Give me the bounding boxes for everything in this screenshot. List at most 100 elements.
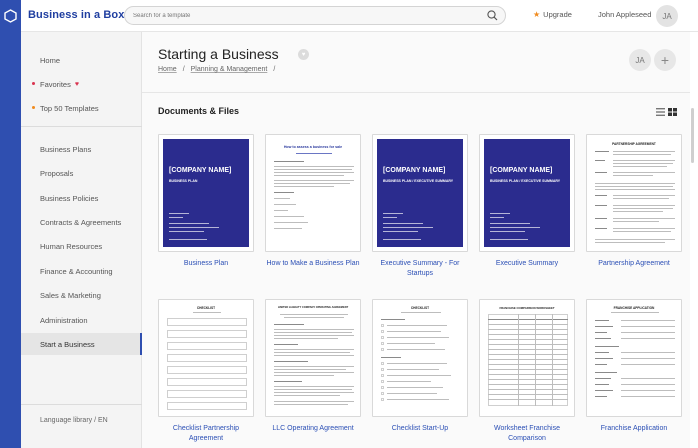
search-icon[interactable] (486, 9, 499, 22)
grid-view-icon[interactable] (668, 108, 677, 116)
document-card-how-to-make-business-plan[interactable]: How to assess a business for sale How to… (265, 134, 361, 269)
document-title[interactable]: Checklist Start-Up (372, 424, 468, 434)
document-title[interactable]: How to Make a Business Plan (265, 259, 361, 269)
cover-subtitle: BUSINESS PLAN (169, 179, 198, 183)
sidebar-item-home[interactable]: Home (21, 50, 142, 70)
upgrade-button[interactable]: ★ Upgrade (533, 10, 572, 19)
document-title[interactable]: Executive Summary - For Startups (372, 259, 468, 279)
plus-icon: + (660, 52, 670, 68)
document-thumbnail[interactable]: [COMPANY NAME] BUSINESS PLAN / EXECUTIVE… (479, 134, 575, 252)
document-title[interactable]: Checklist Partnership Agreement (158, 424, 254, 444)
doc-heading: PARTNERSHIP AGREEMENT (612, 142, 656, 146)
add-button[interactable]: + (654, 49, 676, 71)
doc-heading: FRANCHISE APPLICATION (613, 306, 655, 310)
scrollbar[interactable] (691, 108, 694, 163)
search-input[interactable] (133, 9, 473, 22)
document-card-executive-summary[interactable]: [COMPANY NAME] BUSINESS PLAN / EXECUTIVE… (479, 134, 575, 269)
sidebar-item-label: Business Policies (40, 193, 99, 203)
document-page: CHECKLIST (377, 304, 463, 412)
search-box[interactable] (124, 6, 506, 25)
sidebar-item-administration[interactable]: Administration (21, 310, 142, 330)
upgrade-label: Upgrade (543, 10, 572, 19)
document-page: LIMITED LIABILITY COMPANY OPERATING AGRE… (270, 304, 356, 412)
sidebar-item-favorites[interactable]: Favorites ♥ (21, 74, 142, 94)
language-library-link[interactable]: Language library / EN (40, 417, 108, 424)
document-title[interactable]: Executive Summary (479, 259, 575, 269)
cover-company-name: [COMPANY NAME] (490, 167, 553, 174)
breadcrumb-separator: / (273, 66, 276, 73)
sidebar-item-human-resources[interactable]: Human Resources (21, 236, 142, 256)
sidebar-item-start-a-business[interactable]: Start a Business (21, 333, 142, 355)
sidebar-item-proposals[interactable]: Proposals (21, 163, 142, 183)
document-title[interactable]: Partnership Agreement (586, 259, 682, 269)
window-frame (0, 0, 21, 448)
breadcrumb-planning[interactable]: Planning & Management (191, 66, 268, 73)
cover-company-name: [COMPANY NAME] (383, 167, 446, 174)
breadcrumb-home[interactable]: Home (158, 66, 177, 73)
document-title[interactable]: Franchise Application (586, 424, 682, 434)
document-card-llc-operating-agreement[interactable]: LIMITED LIABILITY COMPANY OPERATING AGRE… (265, 299, 361, 434)
document-thumbnail[interactable]: CHECKLIST (158, 299, 254, 417)
sidebar-item-finance[interactable]: Finance & Accounting (21, 261, 142, 281)
sidebar-item-top50[interactable]: Top 50 Templates (21, 98, 142, 118)
document-page: FRANCHISE COMPARISON WORKSHEET (484, 304, 570, 412)
document-card-partnership-agreement[interactable]: PARTNERSHIP AGREEMENT Partnership Agreem… (586, 134, 682, 269)
user-avatar[interactable]: JA (656, 5, 678, 27)
document-thumbnail[interactable]: How to assess a business for sale (265, 134, 361, 252)
sidebar-item-business-plans[interactable]: Business Plans (21, 139, 142, 159)
list-view-icon[interactable] (656, 108, 665, 116)
document-thumbnail[interactable]: [COMPANY NAME] BUSINESS PLAN / EXECUTIVE… (372, 134, 468, 252)
document-title[interactable]: Business Plan (158, 259, 254, 269)
document-card-franchise-application[interactable]: FRANCHISE APPLICATION Franchise Applicat… (586, 299, 682, 434)
sidebar-item-label: Finance & Accounting (40, 266, 113, 276)
sidebar-item-label: Proposals (40, 168, 74, 178)
star-icon: ★ (533, 10, 541, 19)
document-thumbnail[interactable]: LIMITED LIABILITY COMPANY OPERATING AGRE… (265, 299, 361, 417)
document-page: How to assess a business for sale (270, 139, 356, 247)
document-card-checklist-partnership[interactable]: CHECKLIST Checklist Partnership Agreemen… (158, 299, 254, 444)
doc-heading: How to assess a business for sale (283, 145, 343, 149)
document-page: CHECKLIST (163, 304, 249, 412)
sidebar-item-label: Contracts & Agreements (40, 217, 122, 227)
breadcrumb: Home / Planning & Management / (158, 66, 275, 73)
cover-company-name: [COMPANY NAME] (169, 167, 232, 174)
sidebar-item-sales[interactable]: Sales & Marketing (21, 285, 142, 305)
document-thumbnail[interactable]: FRANCHISE APPLICATION (586, 299, 682, 417)
doc-heading: FRANCHISE COMPARISON WORKSHEET (499, 306, 555, 310)
document-page: FRANCHISE APPLICATION (591, 304, 677, 412)
brand-title[interactable]: Business in a Box (28, 9, 124, 21)
document-card-business-plan[interactable]: [COMPANY NAME] BUSINESS PLAN Business Pl… (158, 134, 254, 269)
document-thumbnail[interactable]: CHECKLIST (372, 299, 468, 417)
favorite-heart-icon[interactable]: ♥ (298, 49, 309, 60)
document-thumbnail[interactable]: PARTNERSHIP AGREEMENT (586, 134, 682, 252)
sidebar-item-label: Favorites (40, 79, 71, 89)
app-logo-icon[interactable] (0, 0, 21, 32)
main-content: Starting a Business ♥ Home / Planning & … (142, 32, 690, 448)
document-title[interactable]: LLC Operating Agreement (265, 424, 361, 434)
document-cover: [COMPANY NAME] BUSINESS PLAN / EXECUTIVE… (484, 139, 570, 247)
document-thumbnail[interactable]: [COMPANY NAME] BUSINESS PLAN (158, 134, 254, 252)
breadcrumb-separator: / (182, 66, 185, 73)
document-card-executive-summary-startups[interactable]: [COMPANY NAME] BUSINESS PLAN / EXECUTIVE… (372, 134, 468, 279)
sidebar-item-contracts[interactable]: Contracts & Agreements (21, 212, 142, 232)
sidebar-item-label: Top 50 Templates (40, 103, 99, 113)
document-page: PARTNERSHIP AGREEMENT (591, 139, 677, 247)
sidebar-divider (21, 404, 142, 405)
share-avatar[interactable]: JA (629, 49, 651, 71)
doc-heading: CHECKLIST (196, 306, 216, 310)
document-card-checklist-start-up[interactable]: CHECKLIST Checklist Start-Up (372, 299, 468, 434)
sidebar-item-label: Start a Business (40, 339, 95, 349)
page-title: Starting a Business (158, 46, 279, 62)
favorites-dot-icon (32, 82, 35, 85)
sidebar-item-label: Sales & Marketing (40, 290, 101, 300)
document-cover: [COMPANY NAME] BUSINESS PLAN / EXECUTIVE… (377, 139, 463, 247)
sidebar-item-label: Human Resources (40, 241, 103, 251)
section-title: Documents & Files (158, 106, 240, 116)
heart-icon: ♥ (74, 80, 79, 88)
sidebar-item-business-policies[interactable]: Business Policies (21, 188, 142, 208)
document-title[interactable]: Worksheet Franchise Comparison (479, 424, 575, 444)
user-name[interactable]: John Appleseed (598, 10, 651, 19)
document-cover: [COMPANY NAME] BUSINESS PLAN (163, 139, 249, 247)
document-thumbnail[interactable]: FRANCHISE COMPARISON WORKSHEET (479, 299, 575, 417)
document-card-worksheet-franchise[interactable]: FRANCHISE COMPARISON WORKSHEET Worksheet… (479, 299, 575, 444)
